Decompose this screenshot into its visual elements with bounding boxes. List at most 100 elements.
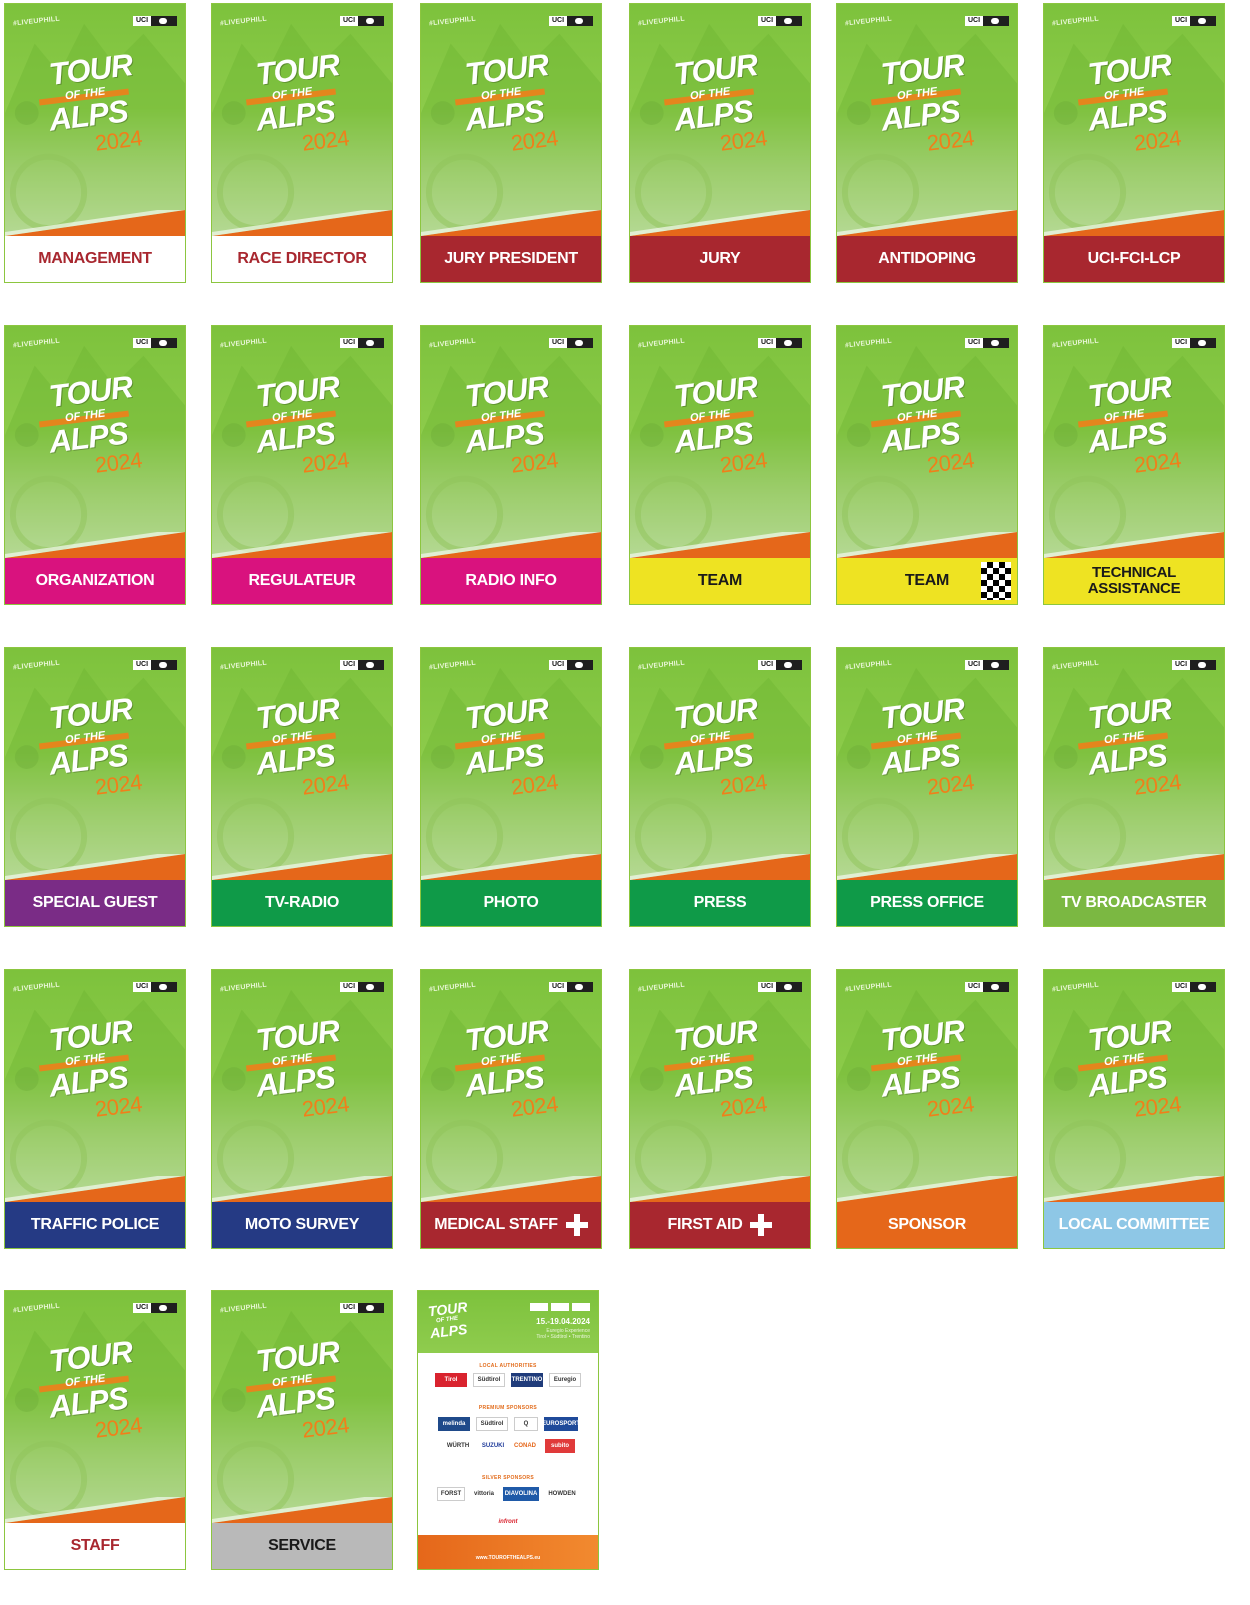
uci-logo: UCI [133, 982, 177, 992]
uci-pro-series-mark [983, 982, 1009, 992]
badge-role-label: RACE DIRECTOR [237, 250, 367, 267]
uci-logo: UCI [133, 1303, 177, 1313]
badge-role-band: PRESS [630, 880, 810, 926]
region-line-2: Tirol • Südtirol • Trentino [536, 1334, 590, 1340]
badge-artwork: #LIVEUPHILL UCI TOUR OF THE ALPS 2024 [837, 648, 1017, 880]
tour-of-the-alps-logo: TOUR OF THE ALPS 2024 [630, 688, 810, 800]
badge-role-label: UCI-FCI-LCP [1087, 250, 1181, 267]
badge-role-band: ANTIDOPING [837, 236, 1017, 282]
uci-logo: UCI [549, 338, 593, 348]
uci-text: UCI [758, 338, 776, 348]
uci-text: UCI [1172, 660, 1190, 670]
uci-text: UCI [965, 982, 983, 992]
logo-year: 2024 [925, 125, 976, 156]
uci-logo: UCI [340, 16, 384, 26]
badge-artwork: #LIVEUPHILL UCI TOUR OF THE ALPS 2024 [5, 4, 185, 236]
badge-role-band: JURY [630, 236, 810, 282]
badge-role-band: PHOTO [421, 880, 601, 926]
uci-text: UCI [1172, 982, 1190, 992]
uci-text: UCI [340, 982, 358, 992]
badge-role-label: ORGANIZATION [35, 572, 155, 589]
logo-year: 2024 [1132, 769, 1183, 800]
logo-year: 2024 [300, 1412, 351, 1443]
badge-role-band: ORGANIZATION [5, 558, 185, 604]
accreditation-badge-8: #LIVEUPHILL UCI TOUR OF THE ALPS 2024 RE… [211, 325, 393, 605]
logo-year: 2024 [718, 447, 769, 478]
accreditation-badge-3: #LIVEUPHILL UCI TOUR OF THE ALPS 2024 JU… [420, 3, 602, 283]
logo-tour: TOUR [879, 47, 967, 92]
uci-text: UCI [340, 1303, 358, 1313]
uci-pro-series-mark [983, 16, 1009, 26]
orange-diagonal-stripe [5, 210, 185, 236]
tour-of-the-alps-logo: TOUR OF THE ALPS 2024 [212, 366, 392, 478]
uci-pro-series-mark [567, 982, 593, 992]
orange-diagonal-stripe [212, 1176, 392, 1202]
badge-artwork: #LIVEUPHILL UCI TOUR OF THE ALPS 2024 [630, 4, 810, 236]
suedtirol-sponsor-logo: Südtirol [476, 1417, 508, 1431]
orange-diagonal-stripe [212, 854, 392, 880]
badge-role-band: MEDICAL STAFF [421, 1202, 601, 1248]
logo-year: 2024 [93, 1412, 144, 1443]
tour-of-the-alps-logo: TOUR OF THE ALPS 2024 [5, 44, 185, 156]
uci-logo: UCI [133, 338, 177, 348]
badge-artwork: #LIVEUPHILL UCI TOUR OF THE ALPS 2024 [212, 648, 392, 880]
badge-role-label: TV-RADIO [264, 894, 340, 911]
uci-pro-series-mark [358, 660, 384, 670]
badge-role-label: RADIO INFO [465, 572, 557, 589]
uci-logo: UCI [758, 16, 802, 26]
uci-pro-series-mark [1190, 338, 1216, 348]
silver-sponsors-heading: SILVER SPONSORS [482, 1475, 534, 1481]
uci-logo: UCI [758, 660, 802, 670]
uci-logo: UCI [340, 660, 384, 670]
tour-of-the-alps-logo: TOUR OF THE ALPS 2024 [1044, 366, 1224, 478]
orange-diagonal-stripe [5, 1176, 185, 1202]
tour-of-the-alps-logo: TOUR OF THE ALPS 2024 [837, 366, 1017, 478]
badge-artwork: #LIVEUPHILL UCI TOUR OF THE ALPS 2024 [421, 326, 601, 558]
badge-artwork: #LIVEUPHILL UCI TOUR OF THE ALPS 2024 [1044, 970, 1224, 1202]
uci-pro-series-mark [983, 338, 1009, 348]
tour-of-the-alps-logo: TOUR OF THE ALPS 2024 [5, 1331, 185, 1443]
logo-tour: TOUR [879, 691, 967, 736]
sponsor-panel-footer [418, 1535, 598, 1569]
q-logo: Q [514, 1417, 538, 1431]
infront-logo: infront [491, 1515, 525, 1529]
badge-role-band: SPONSOR [837, 1202, 1017, 1248]
tour-of-the-alps-logo: TOUR OF THE ALPS 2024 [5, 366, 185, 478]
local-authorities-heading: LOCAL AUTHORITIES [479, 1363, 537, 1369]
tour-of-the-alps-logo: TOUR OF THE ALPS 2024 [630, 366, 810, 478]
uci-pro-series-mark [358, 982, 384, 992]
subito-logo: subito [545, 1439, 575, 1453]
orange-diagonal-stripe [630, 532, 810, 558]
premium-sponsors-heading: PREMIUM SPONSORS [478, 1405, 538, 1411]
tour-of-the-alps-logo: TOUR OF THE ALPS 2024 [5, 1010, 185, 1122]
mini-logo-alps: ALPS [429, 1320, 469, 1342]
tour-of-the-alps-logo: TOUR OF THE ALPS 2024 [837, 688, 1017, 800]
uci-logo: UCI [965, 982, 1009, 992]
uci-logo: UCI [1172, 982, 1216, 992]
accreditation-badge-11: #LIVEUPHILL UCI TOUR OF THE ALPS 2024 TE… [836, 325, 1018, 605]
wuerth-logo: WÜRTH [441, 1439, 475, 1453]
badge-role-label: PHOTO [483, 894, 539, 911]
uci-pro-series-mark [567, 338, 593, 348]
logo-year: 2024 [1132, 447, 1183, 478]
suzuki-logo: SUZUKI [481, 1439, 505, 1453]
uci-pro-series-mark [151, 16, 177, 26]
tour-of-the-alps-logo: TOUR OF THE ALPS 2024 [1044, 1010, 1224, 1122]
uci-pro-series-mark [358, 16, 384, 26]
accreditation-badge-18: #LIVEUPHILL UCI TOUR OF THE ALPS 2024 TV… [1043, 647, 1225, 927]
tour-of-the-alps-logo: TOUR OF THE ALPS 2024 [212, 1010, 392, 1122]
conad-logo: CONAD [511, 1439, 539, 1453]
tour-of-the-alps-logo: TOUR OF THE ALPS 2024 [212, 44, 392, 156]
uci-pro-series-mark [151, 982, 177, 992]
uci-text: UCI [340, 338, 358, 348]
badge-artwork: #LIVEUPHILL UCI TOUR OF THE ALPS 2024 [837, 326, 1017, 558]
logo-year: 2024 [300, 447, 351, 478]
badge-role-label: FIRST AID [667, 1216, 743, 1233]
uci-text: UCI [965, 660, 983, 670]
logo-tour: TOUR [1086, 691, 1174, 736]
badge-artwork: #LIVEUPHILL UCI TOUR OF THE ALPS 2024 [212, 326, 392, 558]
uci-text: UCI [965, 338, 983, 348]
orange-diagonal-stripe [5, 854, 185, 880]
badge-artwork: #LIVEUPHILL UCI TOUR OF THE ALPS 2024 [421, 648, 601, 880]
uci-pro-series-mark [983, 660, 1009, 670]
